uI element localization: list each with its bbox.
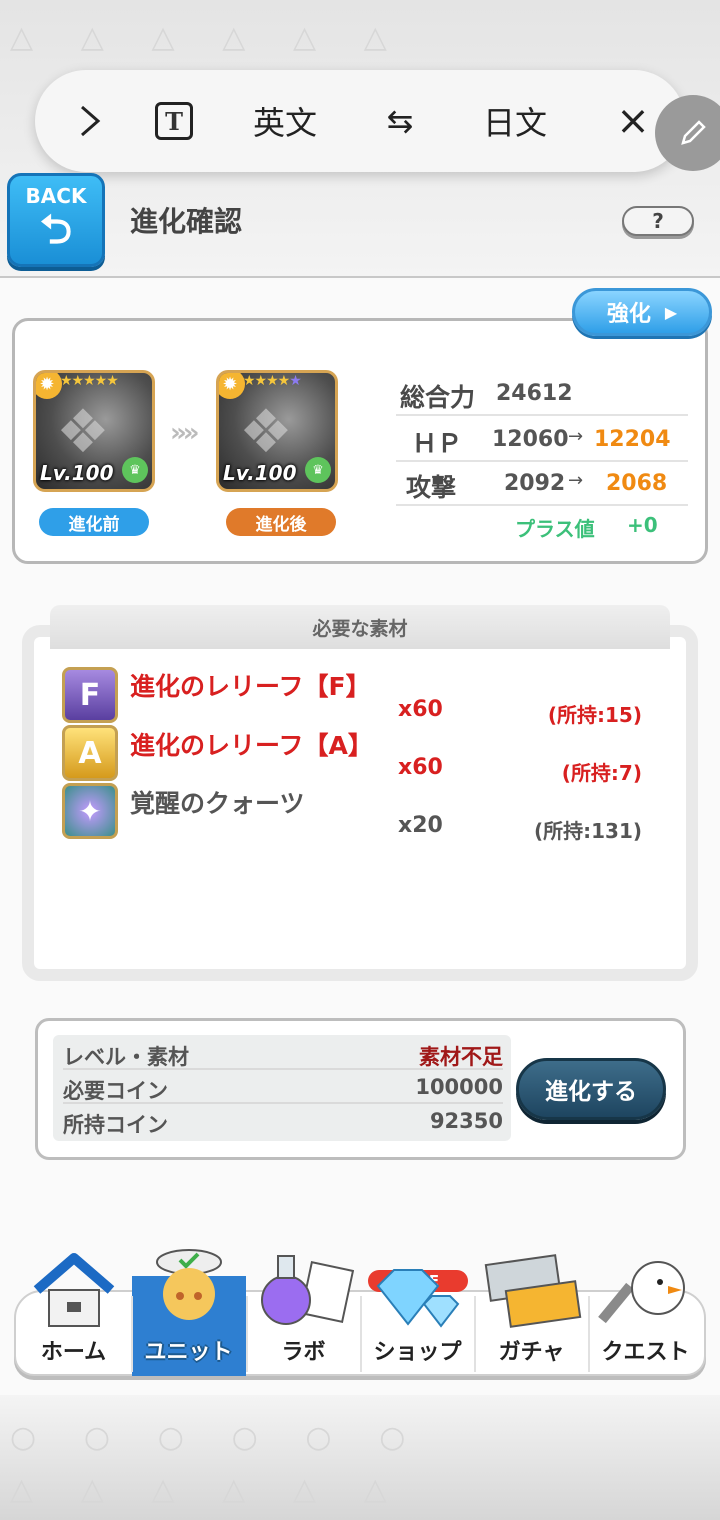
back-label: BACK bbox=[25, 184, 87, 208]
back-button[interactable]: BACK ⮌ bbox=[7, 173, 105, 267]
nav-gacha[interactable]: ガチャ bbox=[474, 1230, 589, 1376]
crystal-icon[interactable]: ✦ bbox=[62, 783, 118, 839]
badge-after: 進化後 bbox=[226, 508, 336, 536]
stat-hp-new: 12204 bbox=[594, 427, 671, 452]
stat-attack-label: 攻撃 bbox=[406, 473, 457, 502]
unit-class-icon: ♛ bbox=[305, 457, 331, 483]
stat-attack-old: 2092 bbox=[504, 471, 566, 496]
page-title: 進化確認 bbox=[130, 205, 243, 238]
coin-row-owned: 所持コイン 92350 bbox=[63, 1105, 503, 1138]
unit-level: Lv.100 bbox=[223, 461, 297, 485]
rarity-stars: ★★★★★ bbox=[60, 373, 119, 389]
target-language-button[interactable]: 日文 bbox=[465, 70, 565, 172]
evolve-direction-icon: »» bbox=[170, 418, 200, 448]
coin-row-label: 必要コイン bbox=[63, 1079, 168, 1103]
unit-class-icon: ♛ bbox=[122, 457, 148, 483]
arrow-right-icon: → bbox=[568, 470, 584, 491]
materials-header: 必要な素材 bbox=[50, 605, 670, 649]
nav-lab[interactable]: ラボ bbox=[246, 1230, 361, 1376]
unit-card-before[interactable]: ❖ ✹ ★★★★★ Lv.100 ♛ bbox=[33, 370, 155, 492]
coin-row-level-material: レベル・素材 素材不足 bbox=[63, 1037, 503, 1070]
background-pattern: ○ ○ ○ ○ ○ ○ bbox=[10, 1420, 406, 1455]
coin-row-value: 素材不足 bbox=[419, 1045, 503, 1069]
translate-toolbar: T 英文 ⇆ 日文 × bbox=[35, 70, 685, 172]
rarity-stars: ★★★★★ bbox=[243, 373, 302, 389]
stat-total-value: 24612 bbox=[496, 381, 573, 406]
flask-icon bbox=[254, 1250, 354, 1344]
coin-row-value: 100000 bbox=[415, 1075, 503, 1099]
unit-character-icon bbox=[144, 1244, 234, 1342]
sun-element-icon: ✹ bbox=[36, 373, 62, 399]
evolve-button[interactable]: 進化する bbox=[516, 1058, 666, 1120]
play-arrow-icon: ▶ bbox=[664, 302, 678, 322]
stat-total-row: 総合力 24612 bbox=[396, 372, 688, 416]
stat-hp-label: ＨＰ bbox=[412, 429, 463, 458]
coin-row-label: 所持コイン bbox=[63, 1113, 168, 1137]
nav-unit[interactable]: ユニット bbox=[131, 1230, 246, 1376]
coin-row-required: 必要コイン 100000 bbox=[63, 1071, 503, 1104]
plus-value: +0 bbox=[627, 513, 658, 537]
help-button[interactable]: ? bbox=[622, 206, 694, 236]
material-qty: x60 bbox=[398, 697, 443, 722]
house-icon bbox=[29, 1250, 119, 1344]
coin-table: レベル・素材 素材不足 必要コイン 100000 所持コイン 92350 bbox=[53, 1035, 511, 1141]
nav-home[interactable]: ホーム bbox=[16, 1230, 131, 1376]
material-qty: x60 bbox=[398, 755, 443, 780]
plus-value-label: プラス値 bbox=[515, 517, 595, 541]
stat-hp-row: ＨＰ 12060 → 12204 bbox=[396, 418, 688, 462]
unit-card-after[interactable]: ❖ ✹ ★★★★★ Lv.100 ♛ bbox=[216, 370, 338, 492]
unit-portrait: ❖ bbox=[239, 397, 293, 467]
bird-sword-icon bbox=[596, 1250, 696, 1344]
background-pattern: △ △ △ △ △ △ bbox=[10, 20, 387, 55]
relief-f-icon[interactable]: F bbox=[62, 667, 118, 723]
material-owned: (所持:15) bbox=[547, 703, 642, 727]
material-owned: (所持:131) bbox=[533, 819, 642, 843]
nav-lab-label: ラボ bbox=[281, 1340, 326, 1365]
source-language-button[interactable]: 英文 bbox=[235, 70, 335, 172]
nav-gacha-label: ガチャ bbox=[498, 1340, 565, 1365]
badge-before: 進化前 bbox=[39, 508, 149, 536]
gacha-ticket-icon bbox=[482, 1250, 582, 1344]
material-name: 進化のレリーフ【F】 bbox=[130, 672, 371, 701]
sun-element-icon: ✹ bbox=[219, 373, 245, 399]
nav-unit-label: ユニット bbox=[144, 1340, 233, 1365]
stat-total-label: 総合力 bbox=[400, 383, 476, 412]
material-owned: (所持:7) bbox=[561, 761, 642, 785]
nav-shop[interactable]: ショップ bbox=[360, 1230, 475, 1376]
background-pattern: △ △ △ △ △ △ bbox=[10, 1472, 387, 1507]
nav-quest-label: クエスト bbox=[601, 1340, 690, 1365]
unit-level: Lv.100 bbox=[40, 461, 114, 485]
unit-portrait: ❖ bbox=[56, 397, 110, 467]
stat-attack-new: 2068 bbox=[606, 471, 668, 496]
stat-hp-old: 12060 bbox=[492, 427, 569, 452]
return-arrow-icon: ⮌ bbox=[39, 207, 73, 253]
enhance-label: 強化 bbox=[606, 302, 651, 327]
arrow-right-icon: → bbox=[568, 426, 584, 447]
enhance-button[interactable]: 強化 ▶ bbox=[572, 288, 712, 336]
coin-row-label: レベル・素材 bbox=[63, 1045, 189, 1069]
swap-language-icon[interactable]: ⇆ bbox=[370, 70, 430, 172]
material-name: 覚醒のクォーツ bbox=[130, 789, 305, 818]
nav-home-label: ホーム bbox=[40, 1340, 107, 1365]
nav-quest[interactable]: クエスト bbox=[588, 1230, 703, 1376]
text-mode-icon[interactable]: T bbox=[143, 70, 205, 172]
material-qty: x20 bbox=[398, 813, 443, 838]
material-name: 進化のレリーフ【A】 bbox=[130, 731, 373, 760]
relief-a-icon[interactable]: A bbox=[62, 725, 118, 781]
nav-shop-label: ショップ bbox=[373, 1340, 462, 1365]
stat-attack-row: 攻撃 2092 → 2068 bbox=[396, 462, 688, 506]
close-icon[interactable]: × bbox=[605, 70, 661, 172]
coin-row-value: 92350 bbox=[429, 1109, 503, 1133]
chevron-right-icon[interactable] bbox=[65, 70, 115, 172]
